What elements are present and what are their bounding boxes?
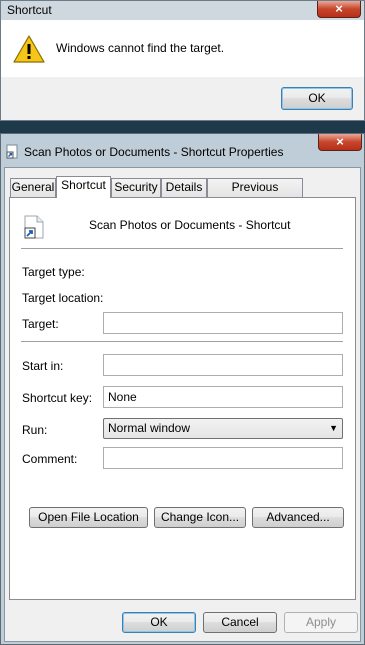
target-label: Target: xyxy=(22,317,59,331)
warning-icon xyxy=(13,34,45,67)
alert-close-button[interactable]: × xyxy=(317,1,361,18)
properties-content: General Shortcut Security Details Previo… xyxy=(4,167,361,642)
alert-ok-button[interactable]: OK xyxy=(281,87,353,110)
advanced-button[interactable]: Advanced... xyxy=(252,507,344,528)
run-select[interactable]: Normal window ▼ xyxy=(103,418,343,439)
shortcut-title-icon xyxy=(6,144,20,163)
tab-shortcut[interactable]: Shortcut xyxy=(56,176,111,198)
tab-security[interactable]: Security xyxy=(111,178,161,197)
shortcut-key-input[interactable]: None xyxy=(103,386,343,408)
apply-button[interactable]: Apply xyxy=(284,612,358,633)
properties-close-button[interactable]: × xyxy=(318,134,362,151)
separator xyxy=(21,341,343,342)
alert-body: Windows cannot find the target. xyxy=(1,20,364,77)
comment-label: Comment: xyxy=(22,452,78,466)
shortcut-key-label: Shortcut key: xyxy=(22,391,93,405)
alert-title: Shortcut xyxy=(7,3,52,17)
target-type-label: Target type: xyxy=(22,265,85,279)
start-in-input[interactable] xyxy=(103,354,343,376)
shortcut-file-icon xyxy=(22,215,46,242)
tab-general[interactable]: General xyxy=(10,178,56,197)
separator xyxy=(21,248,343,249)
dropdown-arrow-icon: ▼ xyxy=(329,423,338,433)
cancel-button[interactable]: Cancel xyxy=(203,612,277,633)
shortcut-name: Scan Photos or Documents - Shortcut xyxy=(89,218,291,232)
start-in-label: Start in: xyxy=(22,359,64,373)
change-icon-button[interactable]: Change Icon... xyxy=(154,507,246,528)
target-location-label: Target location: xyxy=(22,291,104,305)
run-label: Run: xyxy=(22,423,48,437)
run-select-value: Normal window xyxy=(108,421,191,435)
tab-previous-versions[interactable]: Previous Versions xyxy=(207,178,303,211)
tab-details[interactable]: Details xyxy=(161,178,207,197)
open-file-location-button[interactable]: Open File Location xyxy=(29,507,148,528)
properties-title: Scan Photos or Documents - Shortcut Prop… xyxy=(24,145,284,159)
alert-footer: OK xyxy=(1,77,364,120)
ok-button[interactable]: OK xyxy=(122,612,196,633)
target-input[interactable] xyxy=(103,312,343,334)
shortcut-tab-panel: Scan Photos or Documents - Shortcut Targ… xyxy=(9,197,356,600)
alert-message: Windows cannot find the target. xyxy=(56,41,225,55)
alert-dialog: Shortcut × Windows cannot find the targe… xyxy=(0,0,365,121)
comment-input[interactable] xyxy=(103,447,343,469)
properties-dialog: Scan Photos or Documents - Shortcut Prop… xyxy=(0,133,365,645)
